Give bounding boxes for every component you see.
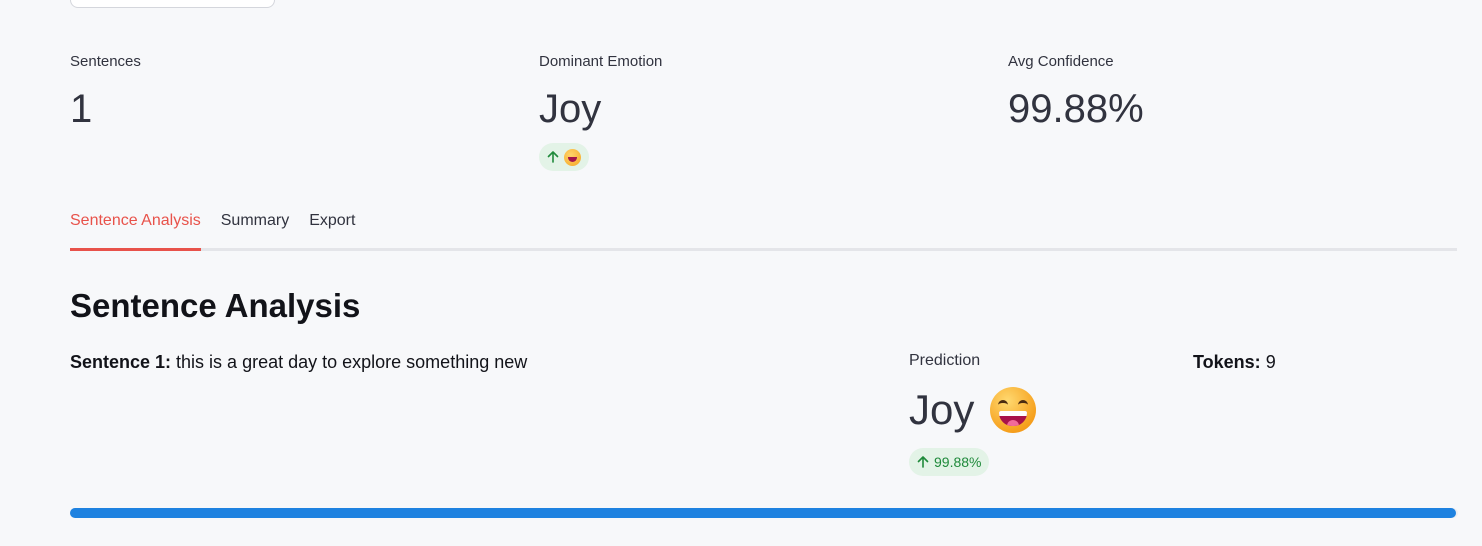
prediction-metric: Prediction Joy 99.88%: [909, 350, 1037, 476]
tokens-label: Tokens:: [1193, 352, 1261, 372]
metric-dominant-emotion: Dominant Emotion Joy: [539, 52, 662, 171]
tokens-count: Tokens: 9: [1193, 350, 1276, 374]
metric-sentences: Sentences 1: [70, 52, 141, 133]
delta-badge: [539, 143, 589, 171]
arrow-up-icon: [547, 151, 559, 163]
metric-label: Avg Confidence: [1008, 53, 1114, 70]
prediction-value-row: Joy: [909, 382, 1037, 438]
tokens-value: 9: [1260, 352, 1276, 372]
prediction-label: Prediction: [909, 352, 981, 369]
sentence-row: Sentence 1: this is a great day to explo…: [70, 350, 527, 374]
metric-avg-confidence: Avg Confidence 99.88%: [1008, 52, 1144, 133]
grinning-face-icon: [990, 387, 1037, 433]
tab-export[interactable]: Export: [309, 208, 355, 248]
grinning-face-icon: [564, 148, 581, 166]
confidence-progress-bar: [70, 508, 1458, 518]
tab-bar: Sentence Analysis Summary Export: [70, 208, 1457, 251]
prediction-delta-badge: 99.88%: [909, 448, 990, 476]
sentence-label: Sentence 1:: [70, 352, 172, 372]
metric-label: Sentences: [70, 53, 141, 70]
prediction-value: Joy: [909, 386, 975, 433]
top-button[interactable]: [70, 0, 275, 8]
metric-value: Joy: [539, 87, 602, 131]
metric-value: 1: [70, 87, 93, 131]
metric-value: 99.88%: [1008, 87, 1144, 131]
prediction-delta-value: 99.88%: [934, 454, 982, 470]
metric-label: Dominant Emotion: [539, 53, 663, 70]
tab-sentence-analysis[interactable]: Sentence Analysis: [70, 208, 201, 251]
sentence-text: this is a great day to explore something…: [171, 352, 528, 372]
section-title: Sentence Analysis: [70, 287, 361, 324]
progress-fill: [70, 508, 1457, 518]
tab-summary[interactable]: Summary: [221, 208, 289, 248]
arrow-up-icon: [917, 456, 929, 468]
